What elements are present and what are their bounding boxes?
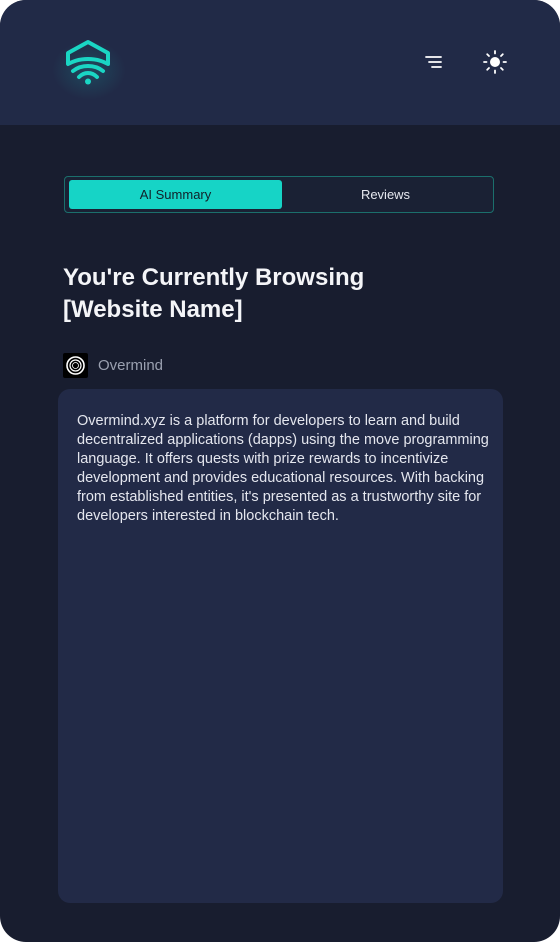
extension-panel: AI Summary Reviews You're Currently Brow… xyxy=(0,0,560,942)
sun-icon xyxy=(483,50,507,74)
tab-ai-summary[interactable]: AI Summary xyxy=(69,180,282,209)
tab-reviews[interactable]: Reviews xyxy=(279,180,492,209)
site-name: Overmind xyxy=(98,356,164,374)
menu-button[interactable] xyxy=(418,48,450,76)
header xyxy=(0,0,560,125)
shield-wifi-logo-icon xyxy=(66,40,110,85)
site-identity: Overmind xyxy=(63,352,163,378)
theme-toggle-button[interactable] xyxy=(480,47,510,77)
overmind-logo-icon xyxy=(63,352,88,378)
summary-card: Overmind.xyz is a platform for developer… xyxy=(58,389,503,903)
page-title-line-2: [Website Name] xyxy=(63,296,243,323)
menu-icon xyxy=(425,56,442,68)
summary-text: Overmind.xyz is a platform for developer… xyxy=(77,413,489,524)
page-title: You're Currently Browsing [Website Name] xyxy=(63,262,503,326)
view-tabs: AI Summary Reviews xyxy=(64,176,494,213)
page-title-line-1: You're Currently Browsing xyxy=(63,264,365,291)
